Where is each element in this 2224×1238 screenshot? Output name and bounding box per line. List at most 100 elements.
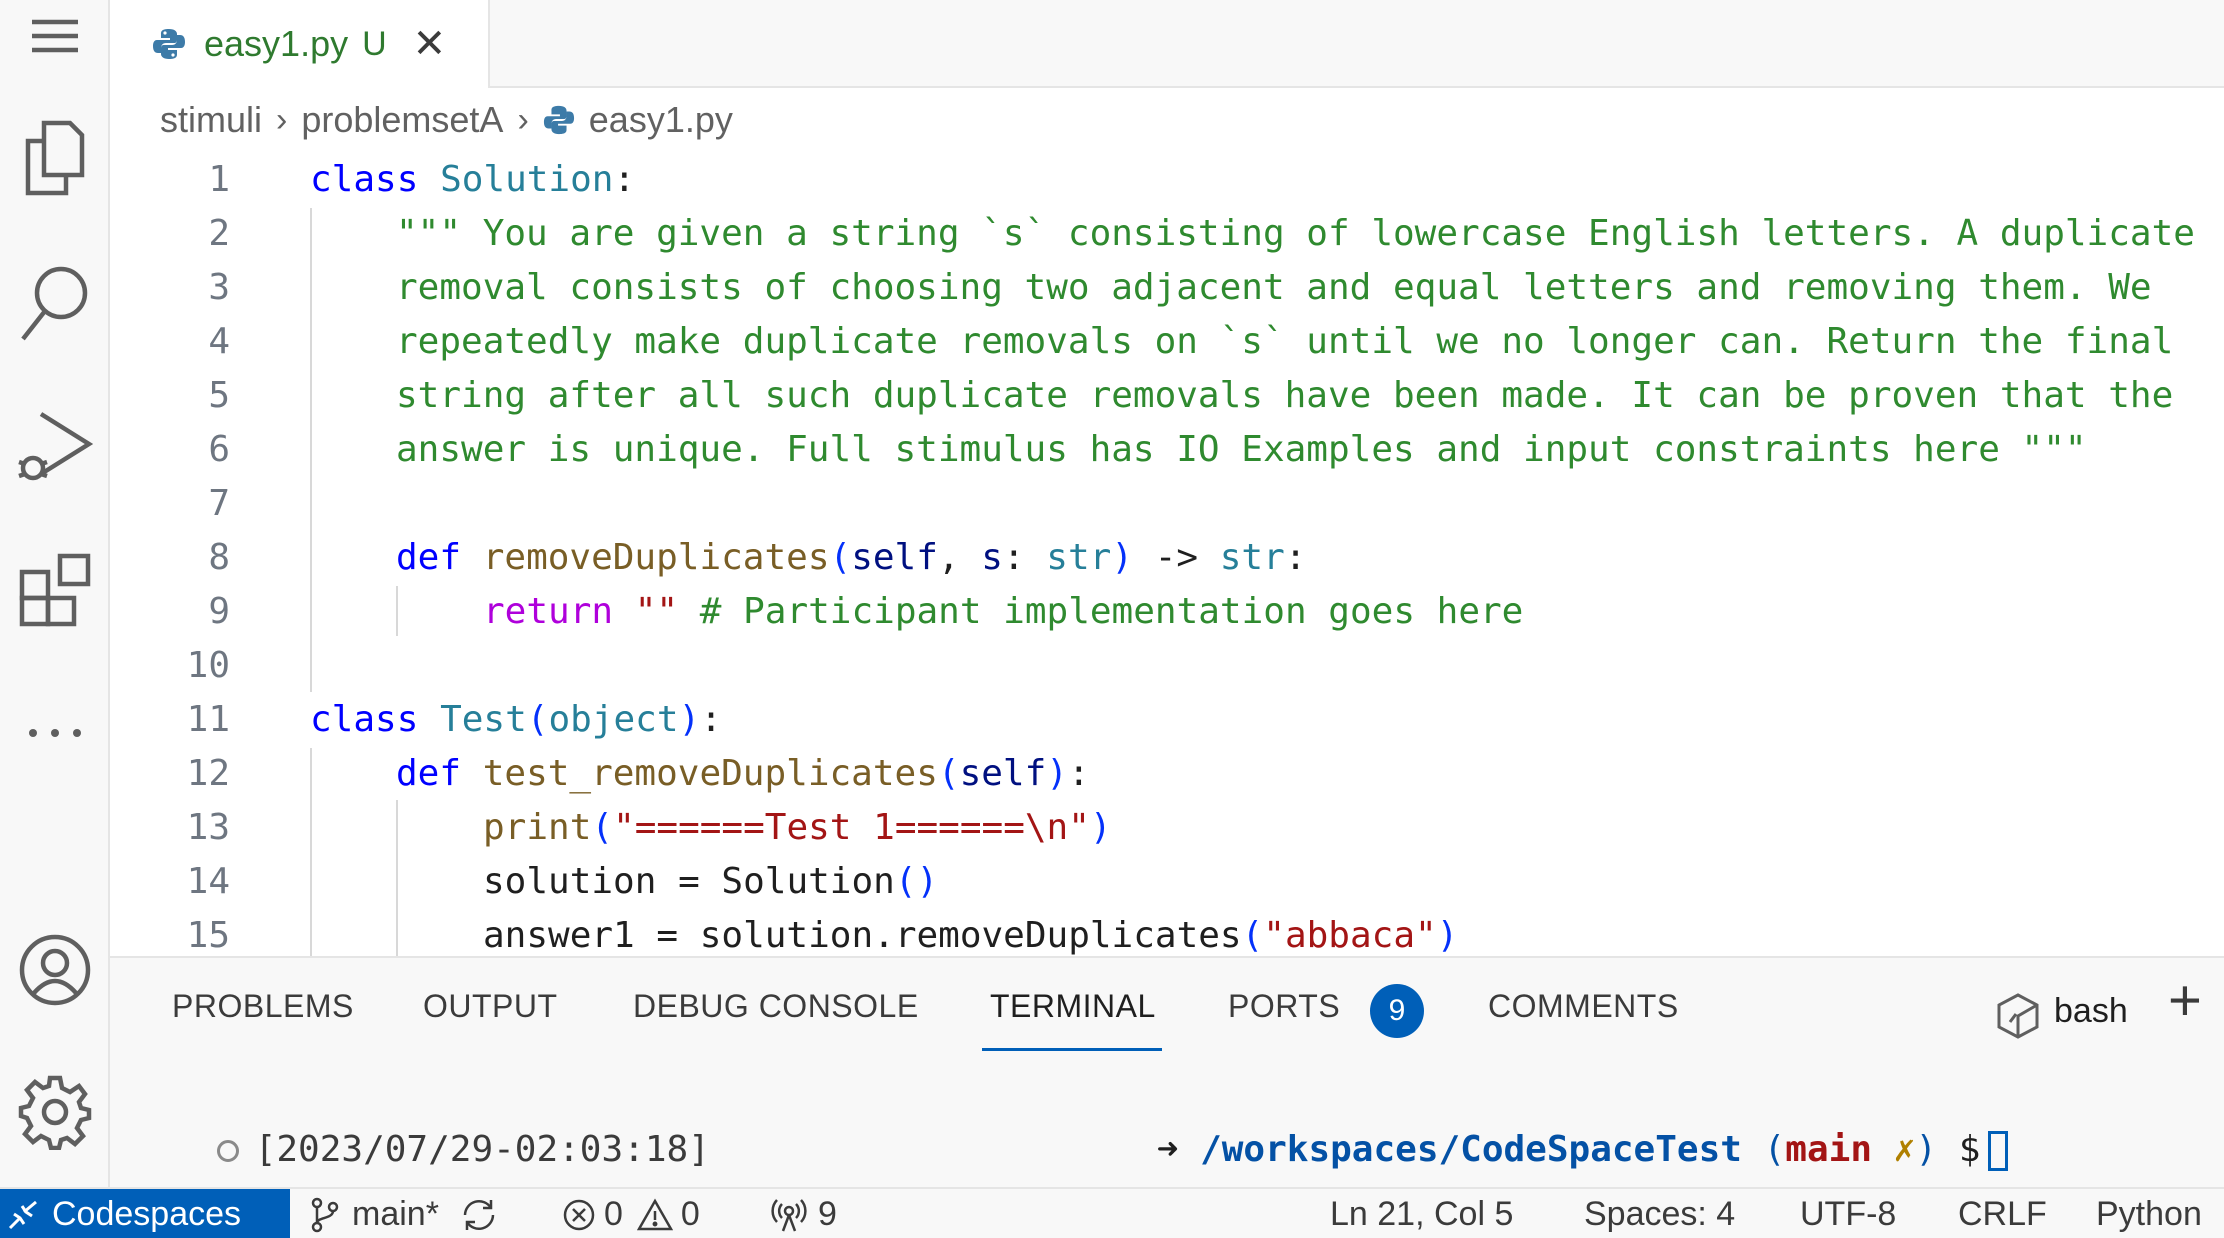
line-number: 2 bbox=[208, 212, 230, 254]
code-line: 7 bbox=[110, 476, 2224, 530]
language-mode[interactable]: Python bbox=[2096, 1189, 2202, 1238]
accounts-icon[interactable] bbox=[0, 930, 110, 1010]
type-name: str bbox=[1046, 536, 1112, 578]
punctuation: : bbox=[1067, 752, 1090, 794]
code-line: 9 return "" # Participant implementation… bbox=[110, 584, 2224, 638]
terminal-shell-name[interactable]: bash bbox=[2054, 992, 2128, 1031]
run-debug-icon[interactable] bbox=[0, 408, 110, 488]
tab-ports[interactable]: PORTS bbox=[1228, 988, 1340, 1025]
code-line: 11 class Test(object): bbox=[110, 692, 2224, 746]
chevron-right-icon: › bbox=[276, 100, 288, 139]
editor-tab-bar: easy1.py U ✕ bbox=[110, 0, 2224, 88]
punctuation: ) bbox=[1089, 806, 1112, 848]
docstring-line: removal consists of choosing two adjacen… bbox=[396, 266, 2152, 308]
string-literal: "" bbox=[613, 590, 679, 632]
cursor-position[interactable]: Ln 21, Col 5 bbox=[1330, 1189, 1513, 1238]
tab-problems[interactable]: PROBLEMS bbox=[172, 988, 354, 1025]
prompt-symbol: $ bbox=[1937, 1129, 1981, 1170]
terminal-profile-icon bbox=[1996, 992, 2040, 1040]
keyword: class bbox=[310, 158, 419, 200]
punctuation: ( bbox=[829, 536, 852, 578]
docstring-line: string after all such duplicate removals… bbox=[396, 374, 2174, 416]
line-number: 5 bbox=[208, 374, 230, 416]
string-literal: "abbaca" bbox=[1263, 914, 1437, 956]
active-tab-indicator bbox=[982, 1048, 1162, 1051]
code-editor[interactable]: 1 class Solution: 2 """ You are given a … bbox=[110, 150, 2224, 956]
python-file-icon bbox=[543, 104, 575, 136]
ports-count: 9 bbox=[818, 1195, 837, 1233]
code-line: 13 print("======Test 1======\n") bbox=[110, 800, 2224, 854]
terminal-timestamp: [2023/07/29-02:03:18] bbox=[254, 1129, 710, 1170]
prompt-arrow: ➜ bbox=[1156, 1129, 1179, 1170]
explorer-icon[interactable] bbox=[0, 118, 110, 198]
punctuation: () bbox=[894, 860, 939, 902]
punctuation: ) bbox=[1111, 536, 1134, 578]
activity-bar bbox=[0, 0, 110, 1187]
punctuation: , bbox=[937, 536, 982, 578]
type-name: str bbox=[1219, 536, 1285, 578]
indentation-setting[interactable]: Spaces: 4 bbox=[1584, 1189, 1735, 1238]
line-number: 3 bbox=[208, 266, 230, 308]
keyword: def bbox=[396, 752, 462, 794]
breadcrumb-item-file[interactable]: easy1.py bbox=[589, 99, 733, 141]
tab-easy1-py[interactable]: easy1.py U ✕ bbox=[110, 0, 490, 88]
encoding-setting[interactable]: UTF-8 bbox=[1800, 1189, 1896, 1238]
tab-output[interactable]: OUTPUT bbox=[423, 988, 558, 1025]
assignment: answer1 = solution. bbox=[483, 914, 895, 956]
self-param: self bbox=[959, 752, 1047, 794]
function-name: removeDuplicates bbox=[482, 536, 830, 578]
tab-comments[interactable]: COMMENTS bbox=[1488, 988, 1679, 1025]
line-number: 12 bbox=[186, 752, 230, 794]
chevron-right-icon: › bbox=[517, 100, 529, 139]
menu-icon[interactable] bbox=[0, 14, 110, 58]
code-line: 15 answer1 = solution.removeDuplicates("… bbox=[110, 908, 2224, 956]
tab-terminal[interactable]: TERMINAL bbox=[990, 988, 1156, 1025]
line-ending-setting[interactable]: CRLF bbox=[1958, 1189, 2047, 1238]
breadcrumb-item-problemseta[interactable]: problemsetA bbox=[301, 99, 503, 141]
punctuation: ( bbox=[526, 698, 549, 740]
function-name: test_removeDuplicates bbox=[482, 752, 938, 794]
close-icon[interactable]: ✕ bbox=[413, 24, 447, 64]
tab-debug-console[interactable]: DEBUG CONSOLE bbox=[633, 988, 919, 1025]
keyword: class bbox=[310, 698, 419, 740]
punctuation: ( bbox=[937, 752, 960, 794]
ports-indicator[interactable]: 9 bbox=[770, 1189, 837, 1238]
line-number: 9 bbox=[208, 590, 230, 632]
line-number: 15 bbox=[186, 914, 230, 956]
git-branch: main bbox=[1785, 1129, 1872, 1170]
error-count: 0 bbox=[604, 1195, 623, 1233]
code-line: 3 removal consists of choosing two adjac… bbox=[110, 260, 2224, 314]
branch-indicator[interactable]: main* bbox=[310, 1189, 499, 1238]
ports-count-badge: 9 bbox=[1370, 984, 1424, 1038]
untracked-badge: U bbox=[362, 24, 387, 63]
line-number: 13 bbox=[186, 806, 230, 848]
prompt-path: /workspaces/CodeSpaceTest bbox=[1200, 1129, 1742, 1170]
code-line: 12 def test_removeDuplicates(self): bbox=[110, 746, 2224, 800]
docstring-line: answer is unique. Full stimulus has IO E… bbox=[396, 428, 2087, 470]
problems-indicator[interactable]: 0 0 bbox=[562, 1189, 700, 1238]
line-number: 8 bbox=[208, 536, 230, 578]
keyword: def bbox=[396, 536, 462, 578]
settings-gear-icon[interactable] bbox=[0, 1072, 110, 1152]
param: s bbox=[981, 536, 1003, 578]
warning-count: 0 bbox=[680, 1195, 700, 1233]
punctuation: : bbox=[1284, 536, 1307, 578]
warning-icon bbox=[636, 1197, 673, 1232]
bottom-panel: PROBLEMS OUTPUT DEBUG CONSOLE TERMINAL P… bbox=[110, 956, 2224, 1187]
line-number: 4 bbox=[208, 320, 230, 362]
extensions-icon[interactable] bbox=[0, 552, 110, 628]
add-terminal-icon[interactable]: + bbox=[2168, 972, 2202, 1030]
sync-icon[interactable] bbox=[459, 1198, 499, 1232]
code-line: 2 """ You are given a string `s` consist… bbox=[110, 206, 2224, 260]
class-name: Solution bbox=[721, 860, 895, 902]
broadcast-icon bbox=[770, 1197, 808, 1233]
punctuation: ) bbox=[1436, 914, 1459, 956]
code-line: 10 bbox=[110, 638, 2224, 692]
more-icon[interactable] bbox=[0, 708, 110, 758]
search-icon[interactable] bbox=[0, 262, 110, 344]
remote-indicator[interactable]: Codespaces bbox=[0, 1189, 290, 1238]
tab-label: easy1.py bbox=[204, 23, 349, 64]
breadcrumb-item-stimuli[interactable]: stimuli bbox=[160, 99, 262, 141]
punctuation: : bbox=[700, 698, 722, 740]
keyword: return bbox=[483, 590, 614, 632]
